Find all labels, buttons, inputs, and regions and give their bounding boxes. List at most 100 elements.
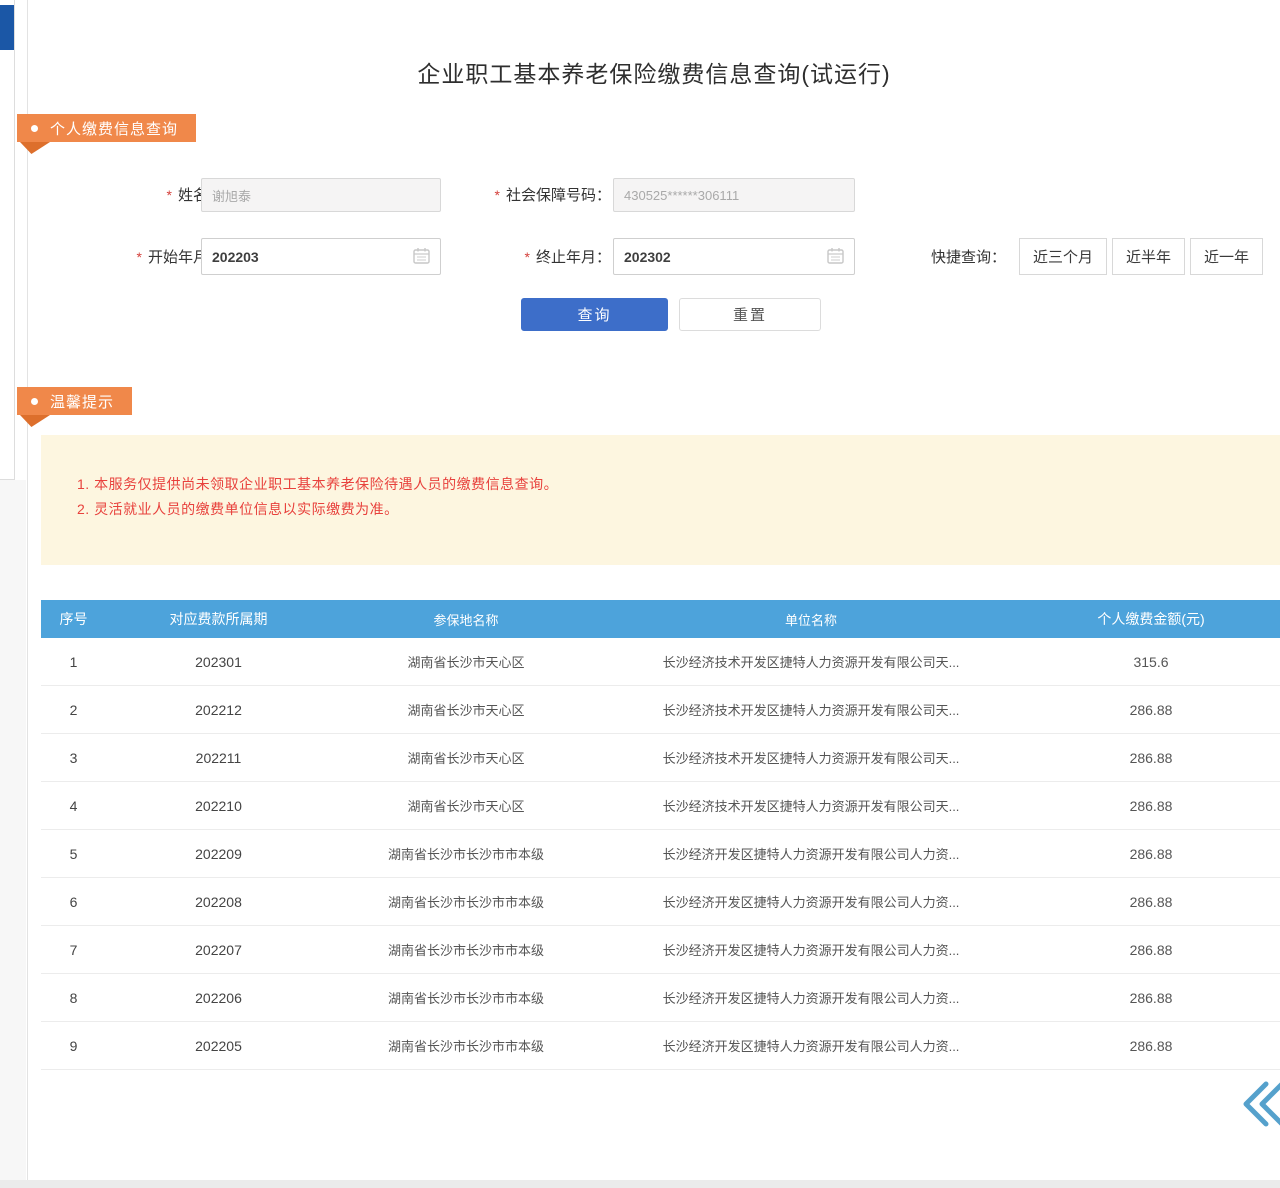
page-title: 企业职工基本养老保险缴费信息查询(试运行) xyxy=(28,55,1280,89)
table-row: 8 202206 湖南省长沙市长沙市市本级 长沙经济开发区捷特人力资源开发有限公… xyxy=(41,974,1280,1022)
double-chevron-left-icon[interactable] xyxy=(1242,1078,1280,1130)
required-asterisk: * xyxy=(525,249,530,265)
query-form: *姓名： 谢旭泰 *社会保障号码： 430525******306111 *开始… xyxy=(28,170,1280,345)
cell-period: 202206 xyxy=(106,990,331,1006)
cell-employer: 长沙经济开发区捷特人力资源开发有限公司人力资... xyxy=(601,892,1021,911)
cell-amount: 286.88 xyxy=(1021,798,1280,814)
cell-seq: 5 xyxy=(41,846,106,862)
query-button[interactable]: 查询 xyxy=(521,298,668,331)
cell-employer: 长沙经济技术开发区捷特人力资源开发有限公司天... xyxy=(601,652,1021,671)
cell-period: 202212 xyxy=(106,702,331,718)
quick-btn-last-year[interactable]: 近一年 xyxy=(1190,238,1263,275)
required-asterisk: * xyxy=(167,187,172,203)
cell-insured-place: 湖南省长沙市天心区 xyxy=(331,748,601,767)
cell-insured-place: 湖南省长沙市天心区 xyxy=(331,796,601,815)
table-row: 5 202209 湖南省长沙市长沙市市本级 长沙经济开发区捷特人力资源开发有限公… xyxy=(41,830,1280,878)
cell-insured-place: 湖南省长沙市长沙市市本级 xyxy=(331,940,601,959)
section-badge-label: 温馨提示 xyxy=(50,391,114,412)
cell-amount: 286.88 xyxy=(1021,1038,1280,1054)
cell-insured-place: 湖南省长沙市长沙市市本级 xyxy=(331,892,601,911)
page-gutter xyxy=(0,480,26,1188)
sidebar-selected-indicator xyxy=(0,5,14,50)
cell-employer: 长沙经济开发区捷特人力资源开发有限公司人力资... xyxy=(601,844,1021,863)
name-value: 谢旭泰 xyxy=(212,186,251,205)
cell-amount: 315.6 xyxy=(1021,654,1280,670)
reset-button[interactable]: 重置 xyxy=(679,298,821,331)
table-row: 1 202301 湖南省长沙市天心区 长沙经济技术开发区捷特人力资源开发有限公司… xyxy=(41,638,1280,686)
cell-seq: 9 xyxy=(41,1038,106,1054)
cell-seq: 4 xyxy=(41,798,106,814)
quick-query-group: 近三个月 近半年 近一年 xyxy=(1019,238,1263,275)
cell-period: 202205 xyxy=(106,1038,331,1054)
table-row: 2 202212 湖南省长沙市天心区 长沙经济技术开发区捷特人力资源开发有限公司… xyxy=(41,686,1280,734)
cell-employer: 长沙经济技术开发区捷特人力资源开发有限公司天... xyxy=(601,700,1021,719)
table-header-row: 序号 对应费款所属期 参保地名称 单位名称 个人缴费金额(元) xyxy=(41,600,1280,638)
cell-period: 202209 xyxy=(106,846,331,862)
table-row: 7 202207 湖南省长沙市长沙市市本级 长沙经济开发区捷特人力资源开发有限公… xyxy=(41,926,1280,974)
name-field[interactable]: 谢旭泰 xyxy=(201,178,441,212)
cell-period: 202207 xyxy=(106,942,331,958)
required-asterisk: * xyxy=(495,187,500,203)
end-month-value: 202302 xyxy=(624,249,671,265)
col-header-period: 对应费款所属期 xyxy=(106,609,331,629)
cell-amount: 286.88 xyxy=(1021,990,1280,1006)
payment-table: 序号 对应费款所属期 参保地名称 单位名称 个人缴费金额(元) 1 202301… xyxy=(41,600,1280,1070)
table-row: 6 202208 湖南省长沙市长沙市市本级 长沙经济开发区捷特人力资源开发有限公… xyxy=(41,878,1280,926)
cell-amount: 286.88 xyxy=(1021,894,1280,910)
cell-seq: 8 xyxy=(41,990,106,1006)
section-badge-personal-query: 个人缴费信息查询 xyxy=(17,114,196,142)
collapsed-sidebar xyxy=(0,0,15,480)
cell-amount: 286.88 xyxy=(1021,846,1280,862)
cell-insured-place: 湖南省长沙市长沙市市本级 xyxy=(331,844,601,863)
calendar-icon[interactable] xyxy=(413,247,430,267)
table-row: 9 202205 湖南省长沙市长沙市市本级 长沙经济开发区捷特人力资源开发有限公… xyxy=(41,1022,1280,1070)
cell-seq: 6 xyxy=(41,894,106,910)
pension-query-page: { "window": { "title": "企业职工基本养老保险缴费信息查询… xyxy=(0,0,1280,1188)
col-header-employer: 单位名称 xyxy=(601,610,1021,629)
cell-insured-place: 湖南省长沙市长沙市市本级 xyxy=(331,988,601,1007)
quick-query-label: 快捷查询： xyxy=(931,246,1016,267)
cell-insured-place: 湖南省长沙市长沙市市本级 xyxy=(331,1036,601,1055)
section-badge-label: 个人缴费信息查询 xyxy=(50,118,178,139)
cell-period: 202301 xyxy=(106,654,331,670)
cell-employer: 长沙经济技术开发区捷特人力资源开发有限公司天... xyxy=(601,796,1021,815)
start-month-field[interactable]: 202203 xyxy=(201,238,441,275)
cell-seq: 2 xyxy=(41,702,106,718)
col-header-amount: 个人缴费金额(元) xyxy=(1021,609,1280,629)
end-month-label: *终止年月： xyxy=(456,246,611,267)
cell-period: 202211 xyxy=(106,750,331,766)
main-panel: 企业职工基本养老保险缴费信息查询(试运行) *姓名： 谢旭泰 *社会保障号码： … xyxy=(27,0,1280,1180)
cell-seq: 3 xyxy=(41,750,106,766)
tips-line: 1. 本服务仅提供尚未领取企业职工基本养老保险待遇人员的缴费信息查询。 xyxy=(77,472,1260,497)
page-bottom-strip xyxy=(0,1180,1280,1188)
quick-btn-last-half-year[interactable]: 近半年 xyxy=(1112,238,1185,275)
bullet-icon xyxy=(31,125,38,132)
section-badge-tips: 温馨提示 xyxy=(17,387,132,415)
cell-employer: 长沙经济开发区捷特人力资源开发有限公司人力资... xyxy=(601,940,1021,959)
cell-insured-place: 湖南省长沙市天心区 xyxy=(331,652,601,671)
ssn-label: *社会保障号码： xyxy=(446,184,611,205)
cell-employer: 长沙经济开发区捷特人力资源开发有限公司人力资... xyxy=(601,1036,1021,1055)
cell-employer: 长沙经济技术开发区捷特人力资源开发有限公司天... xyxy=(601,748,1021,767)
tips-line: 2. 灵活就业人员的缴费单位信息以实际缴费为准。 xyxy=(77,497,1260,522)
cell-amount: 286.88 xyxy=(1021,702,1280,718)
end-month-field[interactable]: 202302 xyxy=(613,238,855,275)
cell-period: 202208 xyxy=(106,894,331,910)
bullet-icon xyxy=(31,398,38,405)
required-asterisk: * xyxy=(137,249,142,265)
tips-notice-box: 1. 本服务仅提供尚未领取企业职工基本养老保险待遇人员的缴费信息查询。 2. 灵… xyxy=(41,435,1280,565)
cell-amount: 286.88 xyxy=(1021,942,1280,958)
start-month-value: 202203 xyxy=(212,249,259,265)
ssn-value: 430525******306111 xyxy=(624,188,739,203)
cell-insured-place: 湖南省长沙市天心区 xyxy=(331,700,601,719)
cell-period: 202210 xyxy=(106,798,331,814)
table-body: 1 202301 湖南省长沙市天心区 长沙经济技术开发区捷特人力资源开发有限公司… xyxy=(41,638,1280,1070)
calendar-icon[interactable] xyxy=(827,247,844,267)
table-row: 4 202210 湖南省长沙市天心区 长沙经济技术开发区捷特人力资源开发有限公司… xyxy=(41,782,1280,830)
cell-seq: 7 xyxy=(41,942,106,958)
cell-seq: 1 xyxy=(41,654,106,670)
ssn-field[interactable]: 430525******306111 xyxy=(613,178,855,212)
col-header-seq: 序号 xyxy=(41,609,106,629)
quick-btn-last-3-months[interactable]: 近三个月 xyxy=(1019,238,1107,275)
table-row: 3 202211 湖南省长沙市天心区 长沙经济技术开发区捷特人力资源开发有限公司… xyxy=(41,734,1280,782)
